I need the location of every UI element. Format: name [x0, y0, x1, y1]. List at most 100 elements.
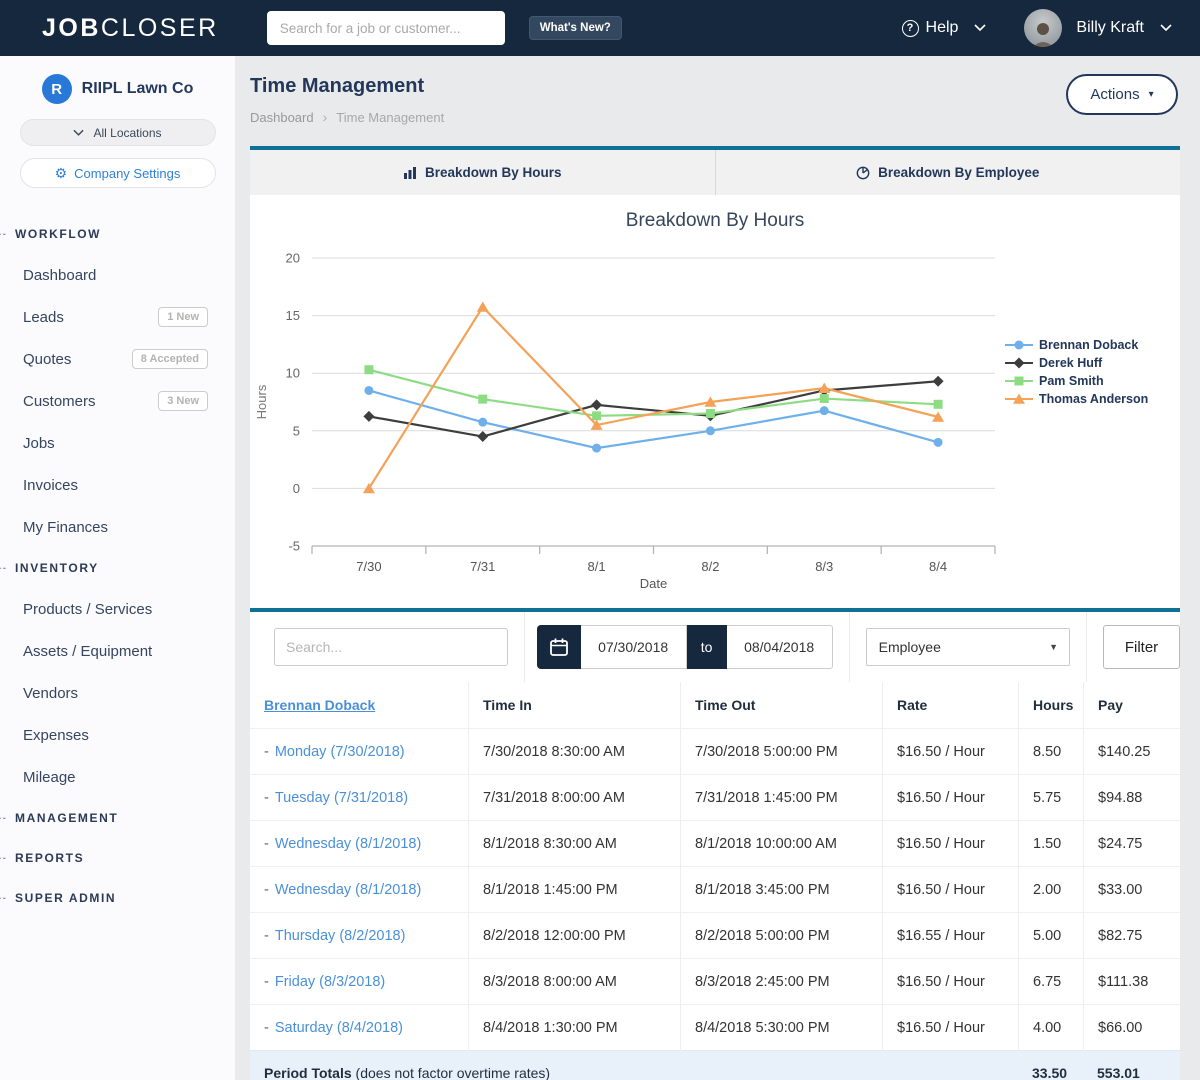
cell-time-in: 7/30/2018 8:30:00 AM	[468, 729, 680, 775]
employee-link[interactable]: Brennan Doback	[264, 697, 375, 713]
legend-item-pam-smith[interactable]: Pam Smith	[1005, 374, 1180, 388]
column-header-time-in: Time In	[468, 682, 680, 728]
day-prefix: -	[264, 882, 269, 898]
tab-label: Breakdown By Hours	[425, 165, 562, 180]
sidebar: R RIIPL Lawn Co All Locations ⚙ Company …	[0, 56, 235, 1080]
day-link[interactable]: Friday (8/3/2018)	[275, 974, 385, 990]
date-to-label: to	[687, 625, 727, 669]
svg-text:20: 20	[286, 251, 300, 266]
tab-label: Breakdown By Employee	[878, 165, 1039, 180]
company-settings-button[interactable]: ⚙ Company Settings	[20, 158, 216, 188]
cell-pay: $66.00	[1083, 1005, 1180, 1051]
column-header-hours: Hours	[1018, 682, 1083, 728]
svg-text:-5: -5	[288, 539, 300, 554]
locations-dropdown[interactable]: All Locations	[20, 119, 216, 146]
sidebar-item-mileage[interactable]: Mileage	[0, 756, 235, 798]
cell-time-in: 8/1/2018 1:45:00 PM	[468, 867, 680, 913]
actions-button[interactable]: Actions ▾	[1066, 74, 1178, 115]
day-link[interactable]: Wednesday (8/1/2018)	[275, 882, 421, 898]
sidebar-section-super-admin[interactable]: - - -SUPER ADMIN	[0, 878, 235, 918]
main-content: Time Management Dashboard › Time Managem…	[235, 56, 1200, 1080]
chart-area: Breakdown By Hours -5051015207/307/318/1…	[250, 195, 1180, 608]
divider	[524, 612, 525, 682]
sidebar-item-my-finances[interactable]: My Finances	[0, 506, 235, 548]
legend-item-brennan-doback[interactable]: Brennan Doback	[1005, 338, 1180, 352]
sidebar-item-leads[interactable]: Leads1 New	[0, 296, 235, 338]
svg-text:15: 15	[286, 308, 300, 323]
caret-down-icon: ▼	[1049, 642, 1058, 652]
employee-select[interactable]: Employee ▼	[866, 628, 1070, 666]
period-totals-row: Period Totals (does not factor overtime …	[250, 1050, 1180, 1080]
sidebar-item-assets-equipment[interactable]: Assets / Equipment	[0, 630, 235, 672]
whats-new-button[interactable]: What's New?	[529, 16, 622, 40]
page-header: Time Management Dashboard › Time Managem…	[250, 56, 1180, 146]
section-collapse-icon: - - -	[0, 228, 15, 240]
hours-line-chart[interactable]: -5051015207/307/318/18/28/38/4DateHours	[250, 236, 1005, 598]
day-link[interactable]: Thursday (8/2/2018)	[275, 928, 406, 944]
sidebar-item-expenses[interactable]: Expenses	[0, 714, 235, 756]
cell-time-in: 8/2/2018 12:00:00 PM	[468, 913, 680, 959]
svg-text:5: 5	[293, 423, 300, 438]
app-logo[interactable]: JOBCLOSER	[42, 14, 219, 43]
user-menu[interactable]: Billy Kraft	[1076, 19, 1172, 37]
date-to-input[interactable]	[727, 625, 833, 669]
sidebar-section-workflow[interactable]: - - -WORKFLOW	[0, 214, 235, 254]
sidebar-item-dashboard[interactable]: Dashboard	[0, 254, 235, 296]
locations-label: All Locations	[93, 126, 161, 140]
table-search-input[interactable]	[274, 628, 508, 666]
global-search-input[interactable]	[267, 11, 505, 45]
cell-rate: $16.50 / Hour	[882, 821, 1018, 867]
day-link[interactable]: Wednesday (8/1/2018)	[275, 836, 421, 852]
sidebar-item-jobs[interactable]: Jobs	[0, 422, 235, 464]
breadcrumb-dashboard[interactable]: Dashboard	[250, 110, 314, 125]
divider	[849, 612, 850, 682]
cell-time-out: 8/1/2018 10:00:00 AM	[680, 821, 882, 867]
cell-rate: $16.50 / Hour	[882, 867, 1018, 913]
cell-time-out: 7/31/2018 1:45:00 PM	[680, 775, 882, 821]
tab-breakdown-by-employee[interactable]: Breakdown By Employee	[715, 150, 1181, 195]
section-collapse-icon: - - -	[0, 892, 15, 904]
day-link[interactable]: Saturday (8/4/2018)	[275, 1020, 403, 1036]
svg-text:Date: Date	[640, 576, 667, 591]
day-prefix: -	[264, 790, 269, 806]
filter-bar: to Employee ▼ Filter	[250, 612, 1180, 682]
table-row: -Friday (8/3/2018) 8/3/2018 8:00:00 AM 8…	[250, 958, 1180, 1004]
tab-breakdown-by-hours[interactable]: Breakdown By Hours	[250, 150, 715, 195]
breadcrumb-separator-icon: ›	[323, 109, 328, 125]
pie-chart-icon	[856, 166, 870, 180]
svg-text:Hours: Hours	[254, 384, 269, 419]
sidebar-section-reports[interactable]: - - -REPORTS	[0, 838, 235, 878]
circle-marker-icon	[1005, 339, 1033, 351]
legend-label: Derek Huff	[1039, 356, 1102, 370]
cell-pay: $33.00	[1083, 867, 1180, 913]
svg-text:8/1: 8/1	[588, 559, 606, 574]
filter-button[interactable]: Filter	[1103, 625, 1180, 669]
day-link[interactable]: Tuesday (7/31/2018)	[275, 790, 408, 806]
day-link[interactable]: Monday (7/30/2018)	[275, 744, 405, 760]
date-from-input[interactable]	[581, 625, 687, 669]
table-header-row: Brennan Doback Time In Time Out Rate Hou…	[250, 682, 1180, 728]
sidebar-item-invoices[interactable]: Invoices	[0, 464, 235, 506]
help-menu[interactable]: ? Help	[902, 19, 987, 37]
table-row: -Wednesday (8/1/2018) 8/1/2018 1:45:00 P…	[250, 866, 1180, 912]
company-settings-label: Company Settings	[74, 166, 180, 181]
legend-item-thomas-anderson[interactable]: Thomas Anderson	[1005, 392, 1180, 406]
gear-icon: ⚙	[55, 166, 68, 180]
sidebar-section-management[interactable]: - - -MANAGEMENT	[0, 798, 235, 838]
sidebar-item-vendors[interactable]: Vendors	[0, 672, 235, 714]
total-hours: 33.50	[1018, 1065, 1083, 1080]
chart-title: Breakdown By Hours	[250, 210, 1180, 232]
chevron-down-icon	[974, 24, 986, 32]
sidebar-item-customers[interactable]: Customers3 New	[0, 380, 235, 422]
timesheet-card: to Employee ▼ Filter Brennan Doback Time…	[250, 608, 1180, 1080]
cell-time-in: 8/1/2018 8:30:00 AM	[468, 821, 680, 867]
sidebar-item-products-services[interactable]: Products / Services	[0, 588, 235, 630]
user-avatar[interactable]	[1024, 9, 1062, 47]
calendar-button[interactable]	[537, 625, 581, 669]
section-collapse-icon: - - -	[0, 852, 15, 864]
sidebar-section-inventory[interactable]: - - -INVENTORY	[0, 548, 235, 588]
svg-text:7/30: 7/30	[356, 559, 381, 574]
user-name: Billy Kraft	[1076, 19, 1144, 37]
sidebar-item-quotes[interactable]: Quotes8 Accepted	[0, 338, 235, 380]
legend-item-derek-huff[interactable]: Derek Huff	[1005, 356, 1180, 370]
